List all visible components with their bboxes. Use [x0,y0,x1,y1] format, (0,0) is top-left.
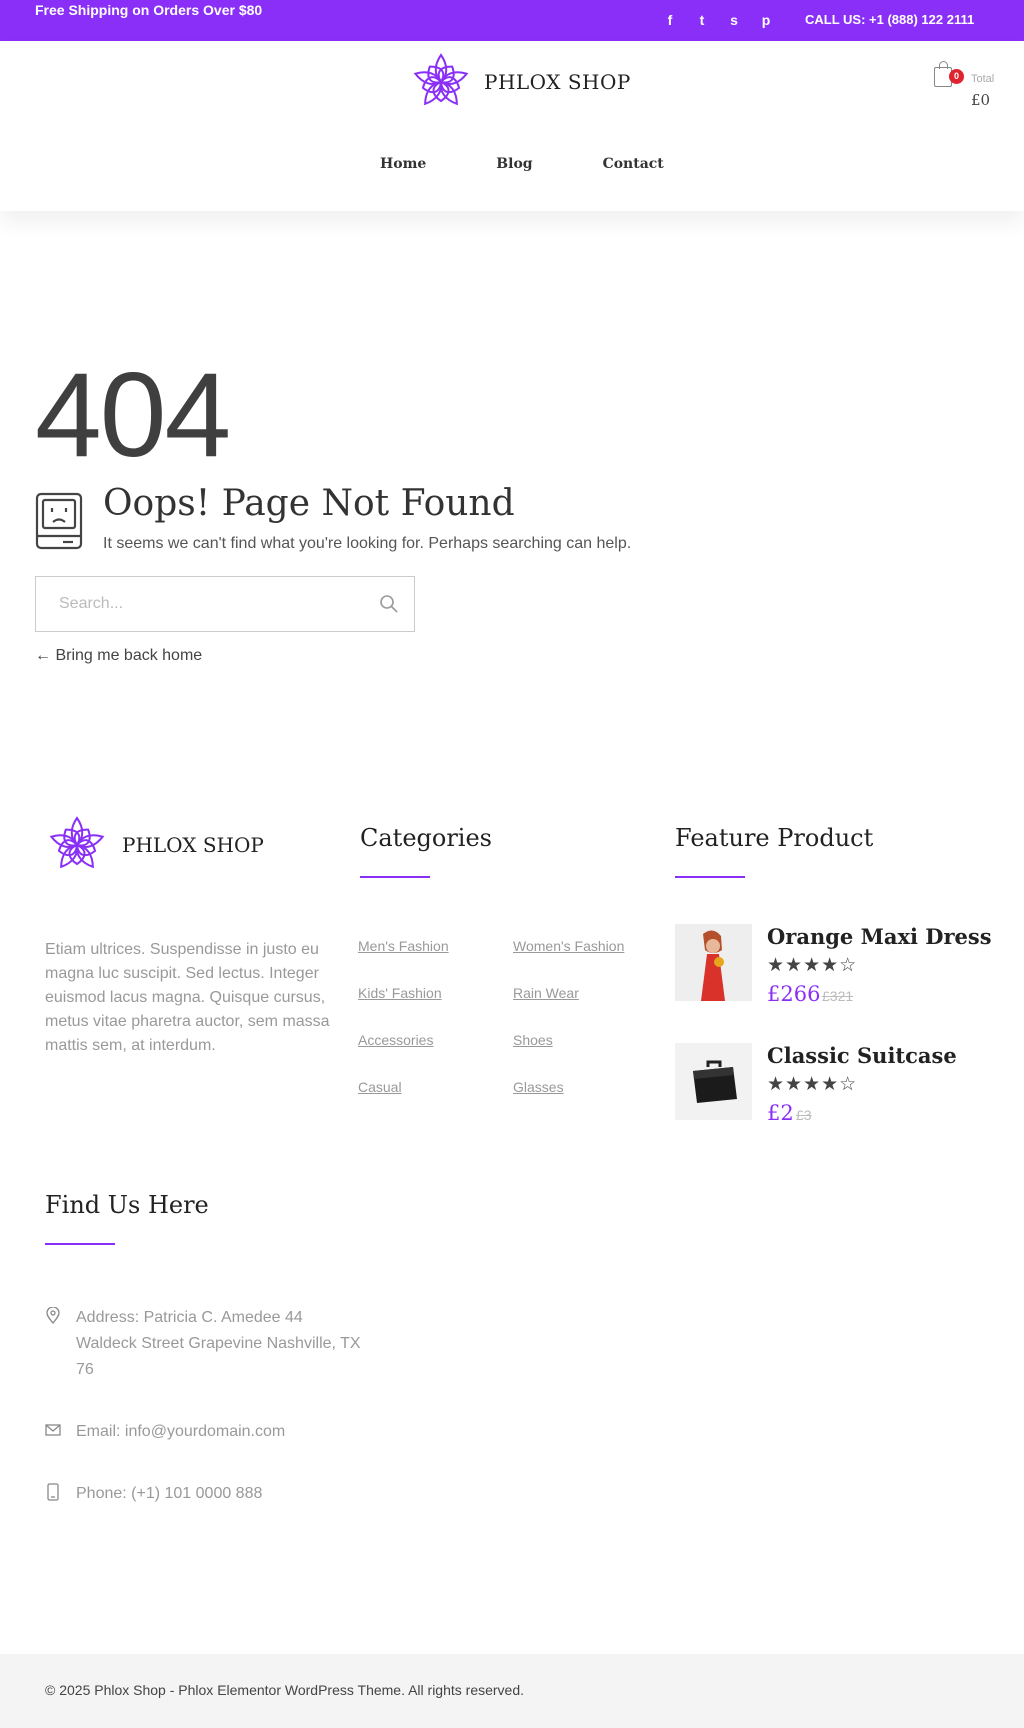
error-subtitle: It seems we can't find what you're looki… [103,535,632,552]
nav-contact[interactable]: Contact [603,156,664,172]
product-old-price: £3 [796,1107,812,1123]
call-us: CALL US: +1 (888) 122 2111 [805,12,975,27]
back-home-link[interactable]: ← Bring me back home [35,647,202,665]
address-text: Address: Patricia C. Amedee 44 Waldeck S… [76,1309,361,1378]
cart-count-badge: 0 [949,69,964,84]
product-rating: ★★★★☆ [767,955,858,976]
product-price: £266 [767,982,821,1006]
location-pin-icon [46,1307,60,1325]
find-us-underline [45,1243,115,1245]
find-us-title: Find Us Here [45,1191,209,1219]
dress-image-icon [675,924,752,1001]
product-card: Classic Suitcase ★★★★☆ £2 £3 [675,1043,1005,1125]
category-link[interactable]: Accessories [358,1032,433,1048]
cart-total-value: £0 [971,91,991,109]
product-thumbnail-suitcase[interactable] [675,1043,752,1120]
category-link[interactable]: Women's Fashion [513,938,624,954]
product-thumbnail-dress[interactable] [675,924,752,1001]
footer-about-text: Etiam ultrices. Suspendisse in justo eu … [45,941,330,1054]
copyright-text: © 2025 Phlox Shop - Phlox Elementor Word… [45,1682,525,1698]
footer-brand-name: PHLOX SHOP [122,833,264,857]
top-bar: Free Shipping on Orders Over $80 f t s p… [0,0,1024,41]
category-link[interactable]: Kids' Fashion [358,985,442,1001]
mail-icon [45,1424,61,1436]
copyright-bar: © 2025 Phlox Shop - Phlox Elementor Word… [0,1654,1024,1728]
pinterest-icon[interactable]: p [758,12,774,28]
categories-title: Categories [360,824,492,852]
sad-computer-icon [35,492,83,550]
product-rating: ★★★★☆ [767,1074,858,1095]
category-link[interactable]: Men's Fashion [358,938,449,954]
search-form [35,576,415,632]
facebook-icon[interactable]: f [662,12,678,28]
cart-total-label: Total [971,73,995,85]
error-title: Oops! Page Not Found [103,483,515,524]
flower-logo-icon [413,53,469,106]
brand-name: PHLOX SHOP [484,70,631,94]
category-link[interactable]: Rain Wear [513,985,579,1001]
shipping-promo: Free Shipping on Orders Over $80 [35,2,263,18]
main-nav: Home Blog Contact [380,156,664,172]
footer-logo[interactable]: PHLOX SHOP [44,812,264,878]
category-link[interactable]: Casual [358,1079,402,1095]
search-icon[interactable] [379,594,399,614]
category-link[interactable]: Shoes [513,1032,553,1048]
product-old-price: £321 [822,988,854,1004]
product-price: £2 [767,1101,794,1125]
mobile-phone-icon [47,1483,59,1501]
product-card: Orange Maxi Dress ★★★★☆ £266 £321 [675,924,1005,1006]
feature-product-title: Feature Product [675,824,874,852]
nav-blog[interactable]: Blog [496,156,532,172]
nav-home[interactable]: Home [380,156,426,172]
flower-logo-icon [49,816,105,869]
site-logo[interactable]: PHLOX SHOP [408,49,631,115]
categories-underline [360,876,430,878]
phone-text: Phone: (+1) 101 0000 888 [76,1485,263,1502]
error-code: 404 [35,348,231,482]
skype-icon[interactable]: s [726,12,742,28]
product-name[interactable]: Classic Suitcase [767,1043,957,1068]
feature-product-underline [675,876,745,878]
site-header: PHLOX SHOP 0 Total £0 Home Blog Contact [0,41,1024,211]
email-text: Email: info@yourdomain.com [76,1423,286,1440]
product-name[interactable]: Orange Maxi Dress [767,924,992,949]
social-links: f t s p [662,12,774,28]
category-link[interactable]: Glasses [513,1079,564,1095]
suitcase-image-icon [675,1043,752,1120]
twitter-icon[interactable]: t [694,12,710,28]
cart-widget[interactable]: 0 Total £0 [932,61,995,109]
search-input[interactable] [36,577,366,631]
